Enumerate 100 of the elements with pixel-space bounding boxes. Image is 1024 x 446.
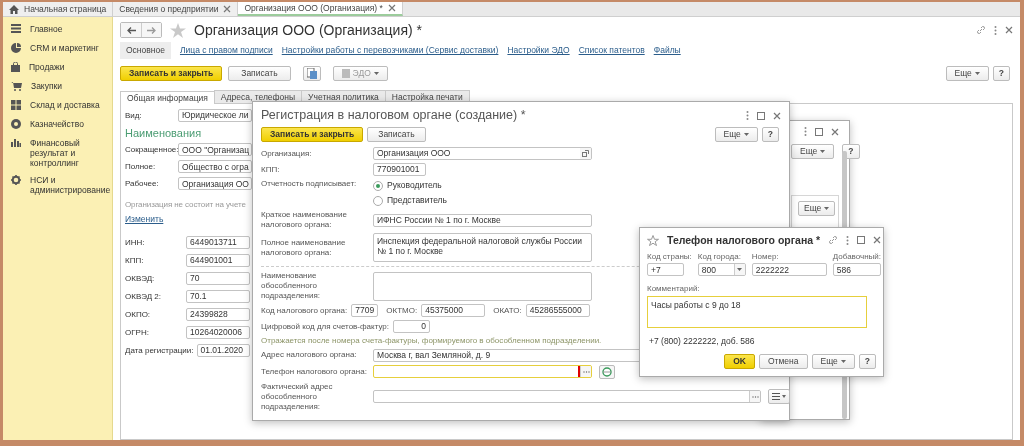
section-link[interactable]: Файлы (653, 44, 681, 57)
button[interactable]: OK (724, 353, 755, 369)
bar-chart-icon (11, 138, 21, 147)
maximize-icon[interactable] (857, 236, 866, 245)
comment-field[interactable]: Часы работы с 9 до 18 (647, 295, 867, 328)
text-field[interactable]: 70 (186, 271, 250, 285)
open-button[interactable] (580, 148, 591, 159)
field-label: Фактический адрес обособленного подразделения: (261, 381, 334, 412)
phone-field[interactable] (373, 365, 592, 379)
text-field[interactable]: 70.1 (186, 289, 250, 303)
close-icon[interactable] (773, 111, 781, 120)
section-link[interactable]: Настройки ЭДО (507, 44, 570, 57)
help-button[interactable]: ? (858, 353, 876, 369)
sidebar-item[interactable]: Главное (3, 21, 112, 40)
more-button[interactable]: Еще (945, 66, 989, 81)
more-button[interactable]: Еще (798, 201, 836, 216)
pie-icon (11, 43, 21, 53)
radio-button[interactable] (373, 195, 383, 206)
button[interactable]: Записать и закрыть (261, 127, 364, 142)
ellipsis-icon (582, 370, 590, 373)
text-field[interactable]: 45375000 (421, 304, 486, 317)
field-label: ОКВЭД 2: (125, 291, 162, 302)
text-field[interactable]: 45286555000 (525, 304, 590, 317)
more-button[interactable]: Еще (791, 144, 835, 159)
section-link[interactable]: Список патентов (578, 44, 645, 57)
star-icon[interactable] (647, 234, 659, 246)
back-arrow-icon (126, 26, 136, 34)
change-link[interactable]: Изменить (125, 213, 164, 224)
link-icon[interactable] (976, 25, 986, 35)
kebab-menu-icon[interactable] (804, 127, 807, 136)
section-link[interactable]: Настройки работы с перевозчиками (Сервис доставки) (281, 44, 499, 57)
button[interactable]: Записать и закрыть (120, 66, 223, 81)
text-field[interactable]: ИФНС России № 1 по г. Москве (373, 213, 592, 227)
phone-preview: +7 (800) 2222222, доб. 586 (649, 335, 756, 346)
address-field[interactable] (373, 390, 761, 404)
close-icon[interactable] (873, 236, 882, 245)
field-label: КПП: (125, 255, 145, 266)
sidebar-item[interactable]: Казначейство (3, 116, 112, 135)
list-icon (772, 393, 786, 401)
caret-icon (743, 133, 749, 136)
help-button[interactable]: ? (992, 66, 1010, 81)
text-field[interactable]: ООО "Организац (178, 143, 252, 157)
button[interactable]: Записать (367, 127, 426, 142)
close-icon[interactable] (223, 5, 232, 13)
ellipsis-icon (751, 395, 759, 398)
maximize-icon[interactable] (757, 111, 765, 120)
radio-button[interactable] (373, 180, 383, 191)
report-button[interactable] (302, 66, 321, 81)
sidebar-item[interactable]: CRM и маркетинг (3, 40, 112, 59)
text-field[interactable]: 644901001 (186, 253, 250, 267)
text-field[interactable]: Организация ООО (373, 147, 592, 160)
text-field[interactable]: Организация ОО (178, 177, 252, 191)
text-field[interactable]: 01.01.2020 (196, 343, 250, 357)
close-icon[interactable] (831, 127, 839, 136)
back-button[interactable] (121, 23, 141, 37)
link-icon[interactable] (828, 235, 839, 246)
globe-icon (602, 366, 612, 377)
section-link[interactable]: Лица с правом подписи (179, 44, 273, 57)
window-tab[interactable]: Организация ООО (Организация) * (238, 2, 403, 16)
kebab-menu-icon[interactable] (846, 235, 850, 245)
text-field[interactable]: 0 (392, 320, 430, 333)
dropdown-button[interactable] (733, 264, 745, 276)
text-field[interactable]: 2222222 (751, 263, 827, 277)
caret-icon (840, 359, 846, 363)
star-icon[interactable] (170, 22, 186, 38)
text-field[interactable]: 24399828 (186, 307, 250, 321)
sidebar-item[interactable]: Закупки (3, 78, 112, 97)
combo-field[interactable]: 800 (697, 263, 746, 277)
window-tab[interactable]: Сведения о предприятии (113, 2, 239, 16)
text-field[interactable]: 6449013711 (186, 235, 250, 249)
help-button[interactable]: ? (761, 127, 779, 142)
close-icon[interactable] (387, 4, 396, 12)
kebab-menu-icon[interactable] (746, 111, 749, 120)
text-field[interactable]: 586 (832, 263, 881, 277)
section-tab[interactable]: Основное (120, 42, 171, 59)
field-label: ИНН: (125, 237, 146, 248)
phone-call-button[interactable] (599, 364, 615, 379)
more-button[interactable]: Еще (811, 353, 855, 369)
text-area[interactable] (373, 271, 592, 301)
more-button[interactable]: Еще (714, 127, 758, 142)
sidebar-item[interactable]: НСИ и администрирование (3, 171, 112, 198)
sidebar-item[interactable]: Продажи (3, 59, 112, 78)
button[interactable]: Отмена (759, 353, 808, 369)
sidebar-item[interactable]: Финансовый результат и контроллинг (3, 135, 112, 172)
sidebar-item[interactable]: Склад и доставка (3, 97, 112, 116)
field-label: Полное: (125, 161, 157, 172)
kebab-menu-icon[interactable] (994, 25, 997, 35)
text-field[interactable]: 10264020006 (186, 325, 250, 339)
text-field[interactable]: +7 (647, 263, 684, 277)
tab[interactable]: Общая информация (120, 91, 215, 104)
text-area[interactable]: Инспекция федеральной налоговой службы России № 1 по г. Москве (373, 233, 592, 262)
text-field[interactable]: Общество с огра (178, 160, 252, 174)
close-icon[interactable] (1005, 26, 1013, 34)
maximize-icon[interactable] (815, 127, 823, 136)
window-tab[interactable]: Начальная страница (3, 2, 114, 16)
list-menu-button[interactable] (768, 389, 790, 405)
button[interactable]: Записать (228, 66, 291, 81)
text-field[interactable]: Юридическое ли (178, 109, 252, 122)
text-field[interactable]: 770901001 (373, 163, 426, 176)
text-field[interactable]: 7709 (351, 304, 379, 317)
